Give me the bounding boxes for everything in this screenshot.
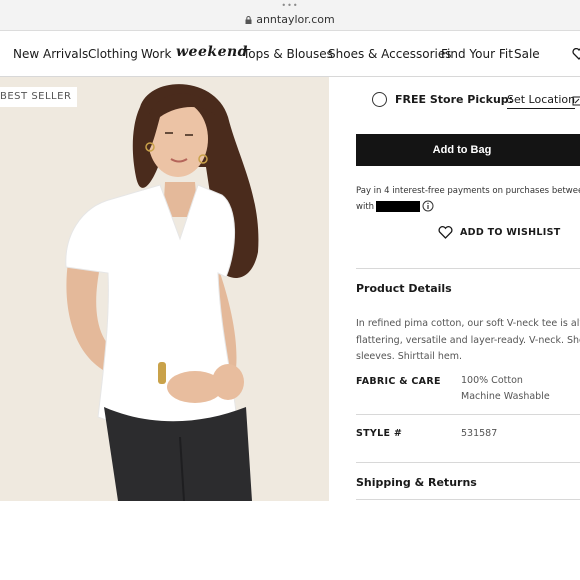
nav-shoes-accessories[interactable]: Shoes & Accessories <box>328 47 452 61</box>
installment-with-text: with <box>356 202 375 212</box>
divider <box>356 268 580 269</box>
lock-icon <box>245 16 252 24</box>
window-dots[interactable]: ••• <box>0 2 580 10</box>
add-to-bag-button[interactable]: Add to Bag <box>356 134 580 166</box>
product-details-heading[interactable]: Product Details <box>356 282 452 296</box>
product-image[interactable]: BEST SELLER <box>0 77 329 501</box>
info-icon[interactable] <box>422 200 434 212</box>
product-description: In refined pima cotton, our soft V-neck … <box>356 316 580 366</box>
nav-new-arrivals[interactable]: New Arrivals <box>13 47 88 61</box>
store-pickup-radio[interactable] <box>372 92 387 107</box>
care-value: Machine Washable <box>461 391 550 402</box>
best-seller-badge: BEST SELLER <box>0 87 78 107</box>
location-icon[interactable] <box>572 96 580 106</box>
style-number-label: STYLE # <box>356 428 403 439</box>
nav-clothing[interactable]: Clothing <box>88 47 138 61</box>
shipping-returns-heading[interactable]: Shipping & Returns <box>356 476 477 490</box>
style-number-value: 531587 <box>461 428 498 439</box>
installment-text: Pay in 4 interest-free payments on purch… <box>356 186 580 196</box>
browser-chrome: ••• anntaylor.com <box>0 0 580 31</box>
add-to-wishlist-link[interactable]: ADD TO WISHLIST <box>460 227 561 239</box>
nav-work[interactable]: Work <box>141 47 171 61</box>
divider <box>356 499 580 500</box>
set-location-link[interactable]: Set Location <box>507 93 576 109</box>
nav-weekend[interactable]: weekend <box>176 43 248 61</box>
description-line: sleeves. Shirttail hem. <box>356 351 463 362</box>
store-pickup-label: FREE Store Pickup: <box>395 93 514 106</box>
fabric-value: 100% Cotton <box>461 375 523 386</box>
wishlist-heart-icon[interactable] <box>438 226 453 239</box>
nav-sale[interactable]: Sale <box>514 47 540 61</box>
nav-tops-blouses[interactable]: Tops & Blouses <box>243 47 333 61</box>
nav-find-your-fit[interactable]: Find Your Fit <box>441 47 513 61</box>
description-line: In refined pima cotton, our soft V-neck … <box>356 318 580 329</box>
payment-provider-logo[interactable] <box>376 201 420 212</box>
divider <box>356 414 580 415</box>
heart-icon[interactable] <box>572 48 580 60</box>
model-illustration <box>0 77 329 501</box>
description-line: flattering, versatile and layer-ready. V… <box>356 334 580 346</box>
address-bar[interactable]: anntaylor.com <box>0 13 580 27</box>
fabric-care-label: FABRIC & CARE <box>356 376 441 387</box>
main-nav: New Arrivals Clothing Work weekend Tops … <box>0 31 580 77</box>
divider <box>356 462 580 463</box>
url-text: anntaylor.com <box>256 13 335 26</box>
